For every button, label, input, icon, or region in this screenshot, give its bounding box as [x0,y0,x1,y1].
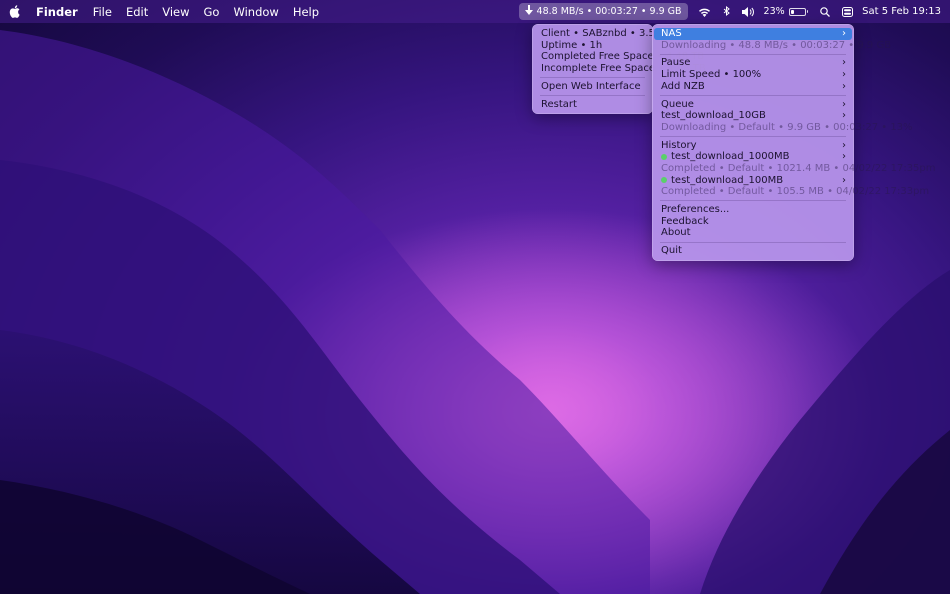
battery-level-fill [790,9,794,14]
menu-bar: Finder File Edit View Go Window Help 48.… [0,0,950,23]
chevron-right-icon: › [842,57,846,69]
menu-separator [660,136,846,138]
bluetooth-icon[interactable] [718,0,736,23]
menu-separator [660,241,846,243]
history-download-status: Completed • Default • 1021.4 MB • 04/02/… [661,162,936,174]
download-status-text: 48.8 MB/s • 00:03:27 • 9.9 GB [536,6,682,17]
battery-icon[interactable] [788,7,809,16]
history-download-item[interactable]: test_download_1000MB › [654,151,852,163]
add-nzb-label: Add NZB [661,80,705,92]
menu-separator [540,94,645,96]
queue-download-item[interactable]: test_download_10GB › [654,110,852,122]
history-download-status: Completed • Default • 105.5 MB • 04/02/2… [661,186,930,198]
chevron-right-icon: › [842,80,846,92]
preferences-item[interactable]: Preferences... [654,204,852,216]
add-nzb-item[interactable]: Add NZB › [654,81,852,93]
limit-speed-label: Limit Speed • 100% [661,69,762,81]
chevron-right-icon: › [842,151,846,163]
history-item[interactable]: History › [654,140,852,152]
feedback-item[interactable]: Feedback [654,216,852,228]
open-web-interface-item[interactable]: Open Web Interface [534,81,651,93]
download-arrow-icon [524,5,533,18]
chevron-right-icon: › [842,69,846,81]
uptime-item[interactable]: Uptime • 1h [534,40,651,52]
queue-label: Queue [661,98,694,110]
apple-menu-icon[interactable] [0,5,28,18]
chevron-right-icon: › [842,28,846,39]
history-download-item[interactable]: test_download_100MB › [654,175,852,187]
completed-status-dot-icon [661,154,667,161]
completed-free-space-item[interactable]: Completed Free Space • 4.48 TB [534,51,704,63]
menu-go[interactable]: Go [197,5,227,19]
incomplete-free-space-item[interactable]: Incomplete Free Space • 4.48 TB [534,63,706,75]
queue-item[interactable]: Queue › [654,99,852,111]
history-download-name: test_download_1000MB [671,151,790,163]
battery-percent: 23% [763,6,785,17]
quit-item[interactable]: Quit [654,245,852,257]
chevron-right-icon: › [842,98,846,110]
menu-help[interactable]: Help [286,5,326,19]
sabnzbd-status-item[interactable]: 48.8 MB/s • 00:03:27 • 9.9 GB [518,3,688,20]
menu-file[interactable]: File [86,5,119,19]
nas-label: NAS [661,28,682,40]
menu-separator [660,94,846,96]
control-center-icon[interactable] [838,0,856,23]
about-item[interactable]: About [654,227,852,239]
limit-speed-item[interactable]: Limit Speed • 100% › [654,69,852,81]
menubar-clock[interactable]: Sat 5 Feb 19:13 [858,6,950,17]
chevron-right-icon: › [842,139,846,151]
volume-icon[interactable] [740,0,758,23]
chevron-right-icon: › [842,174,846,186]
history-download-name: test_download_100MB [671,174,784,186]
menu-window[interactable]: Window [226,5,285,19]
queue-download-name: test_download_10GB [661,110,766,122]
menu-finder[interactable]: Finder [28,5,86,19]
pause-item[interactable]: Pause › [654,57,852,69]
menu-edit[interactable]: Edit [119,5,155,19]
history-label: History [661,139,697,151]
menu-separator [660,200,846,202]
chevron-right-icon: › [842,110,846,122]
spotlight-search-icon[interactable] [816,0,834,23]
nas-status-item: Downloading • 48.8 MB/s • 00:03:27 • 9.9… [661,39,892,51]
nas-item[interactable]: NAS › [654,28,852,40]
completed-status-dot-icon [661,177,667,184]
queue-download-status: Downloading • Default • 9.9 GB • 00:03:2… [661,121,913,133]
restart-item[interactable]: Restart [534,99,651,111]
pause-label: Pause [661,57,691,69]
client-version-item[interactable]: Client • SABznbd • 3.5.0 [534,28,664,40]
sabnzbd-menu: NAS › Downloading • 48.8 MB/s • 00:03:27… [652,24,936,261]
nas-submenu: Client • SABznbd • 3.5.0 Uptime • 1h Com… [532,24,706,115]
wifi-icon[interactable] [696,0,714,23]
menu-separator [540,77,645,79]
menu-separator [660,53,846,55]
menu-view[interactable]: View [155,5,196,19]
